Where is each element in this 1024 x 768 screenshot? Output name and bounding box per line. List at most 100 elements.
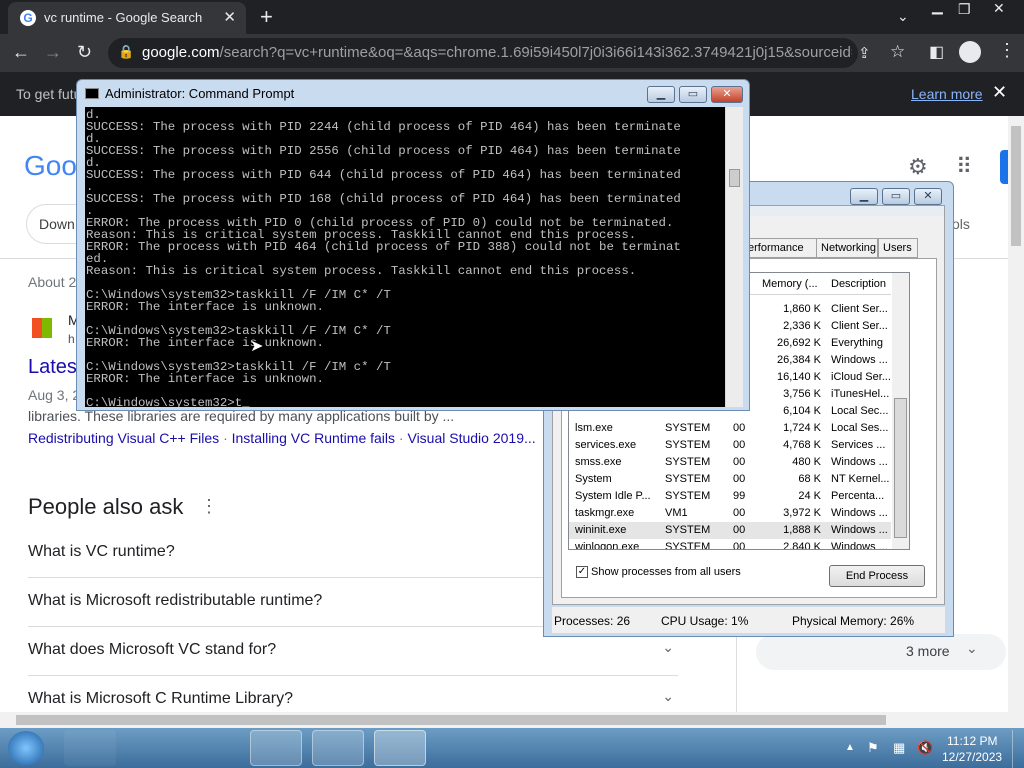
scrollbar-thumb[interactable] bbox=[16, 715, 886, 725]
profile-avatar-icon[interactable] bbox=[959, 41, 981, 63]
process-mem: 68 K bbox=[798, 473, 821, 485]
command-prompt-taskbar-icon[interactable] bbox=[374, 730, 426, 766]
sign-in-button[interactable] bbox=[1000, 150, 1008, 184]
process-name: lsm.exe bbox=[575, 422, 613, 434]
infobar-close-icon[interactable]: ✕ bbox=[992, 82, 1007, 103]
tab-search-chevron-icon[interactable]: ⌄ bbox=[897, 8, 909, 25]
restore-window-button[interactable]: ❐ bbox=[958, 1, 971, 18]
end-process-button[interactable]: End Process bbox=[829, 565, 925, 587]
close-window-button[interactable]: ✕ bbox=[993, 0, 1005, 17]
show-all-processes-checkbox[interactable]: ✓ bbox=[576, 566, 588, 578]
scrollbar-thumb[interactable] bbox=[894, 398, 907, 538]
process-desc: Services ... bbox=[831, 439, 886, 451]
process-user: SYSTEM bbox=[665, 439, 711, 451]
process-desc: NT Kernel... bbox=[831, 473, 890, 485]
process-mem: 24 K bbox=[798, 490, 821, 502]
action-center-flag-icon[interactable]: ⚑ bbox=[867, 740, 879, 756]
process-cpu: 00 bbox=[733, 524, 746, 536]
chrome-taskbar-icon[interactable] bbox=[250, 730, 302, 766]
forward-arrow-icon[interactable]: → bbox=[44, 42, 62, 63]
process-row[interactable]: wininit.exe SYSTEM 00 1,888 K Windows ... bbox=[569, 522, 891, 539]
column-memory[interactable]: Memory (... bbox=[762, 278, 818, 290]
cmd-minimize-button[interactable]: ▁ bbox=[647, 86, 675, 103]
tm-minimize-button[interactable]: ▁ bbox=[850, 188, 878, 205]
bookmark-star-icon[interactable]: ☆ bbox=[890, 42, 905, 62]
process-mem: 4,768 K bbox=[783, 439, 821, 451]
process-cpu: 00 bbox=[733, 541, 746, 550]
process-name: services.exe bbox=[575, 439, 637, 451]
process-mem: 1,888 K bbox=[783, 524, 821, 536]
media-player-icon[interactable] bbox=[188, 730, 240, 766]
more-options-icon[interactable]: ⋮ bbox=[200, 496, 218, 517]
process-row[interactable]: System Idle P... SYSTEM 99 24 K Percenta... bbox=[569, 488, 891, 505]
process-list-scrollbar[interactable] bbox=[892, 273, 909, 549]
lock-icon: 🔒 bbox=[118, 44, 135, 59]
tools-button[interactable]: ols bbox=[952, 216, 970, 232]
clock-time[interactable]: 11:12 PM bbox=[947, 734, 997, 748]
internet-explorer-icon[interactable] bbox=[64, 730, 116, 766]
process-mem: 3,972 K bbox=[783, 507, 821, 519]
clock-date[interactable]: 12/27/2023 bbox=[942, 750, 1002, 764]
process-mem: 1,860 K bbox=[783, 303, 821, 315]
show-desktop-button[interactable] bbox=[1012, 730, 1024, 768]
process-mem: 6,104 K bbox=[783, 405, 821, 417]
tab-performance[interactable]: erformance bbox=[745, 238, 820, 258]
apps-grid-icon[interactable]: ⠿ bbox=[956, 154, 972, 180]
process-user: SYSTEM bbox=[665, 541, 711, 550]
volume-muted-icon[interactable]: 🔇 bbox=[917, 740, 933, 756]
new-tab-button[interactable]: + bbox=[260, 4, 273, 30]
process-row[interactable]: services.exe SYSTEM 00 4,768 K Services ... bbox=[569, 437, 891, 454]
settings-gear-icon[interactable]: ⚙ bbox=[908, 154, 928, 180]
cmd-close-button[interactable]: ✕ bbox=[711, 86, 743, 103]
side-panel-icon[interactable]: ◧ bbox=[929, 42, 944, 62]
minimize-window-button[interactable]: ▁ bbox=[932, 0, 943, 15]
reload-icon[interactable]: ↻ bbox=[77, 42, 92, 63]
cmd-app-icon bbox=[85, 88, 99, 99]
sitelink[interactable]: Installing VC Runtime fails bbox=[232, 430, 395, 446]
result-title-link[interactable]: Lates bbox=[28, 356, 77, 379]
sitelink[interactable]: Visual Studio 2019... bbox=[407, 430, 535, 446]
command-prompt-window[interactable]: Administrator: Command Prompt ▁ ▭ ✕ d. S… bbox=[76, 79, 750, 411]
process-desc: iCloud Ser... bbox=[831, 371, 891, 383]
tm-maximize-button[interactable]: ▭ bbox=[882, 188, 910, 205]
url-omnibox[interactable]: 🔒 google.com/search?q=vc+runtime&oq=&aqs… bbox=[108, 38, 858, 68]
people-also-ask-title: People also ask bbox=[28, 494, 184, 519]
chrome-menu-icon[interactable]: ⋮ bbox=[998, 40, 1016, 61]
scrollbar-thumb[interactable] bbox=[729, 169, 740, 187]
share-icon[interactable]: ⇪ bbox=[858, 44, 871, 62]
cmd-maximize-button[interactable]: ▭ bbox=[679, 86, 707, 103]
process-row[interactable]: smss.exe SYSTEM 00 480 K Windows ... bbox=[569, 454, 891, 471]
console-output[interactable]: d. SUCCESS: The process with PID 2244 (c… bbox=[85, 107, 725, 407]
status-processes: Processes: 26 bbox=[554, 614, 631, 628]
process-row[interactable]: winlogon.exe SYSTEM 00 2,840 K Windows ... bbox=[569, 539, 891, 550]
browser-tab[interactable]: G vc runtime - Google Search ✕ bbox=[8, 2, 246, 34]
show-hidden-icons-icon[interactable]: ▲ bbox=[845, 742, 855, 753]
process-desc: Percenta... bbox=[831, 490, 885, 502]
process-row[interactable]: System SYSTEM 00 68 K NT Kernel... bbox=[569, 471, 891, 488]
page-horizontal-scrollbar[interactable] bbox=[0, 712, 1024, 728]
tab-users[interactable]: Users bbox=[878, 238, 918, 258]
scrollbar-thumb[interactable] bbox=[1011, 126, 1021, 246]
process-desc: Windows ... bbox=[831, 507, 888, 519]
tm-close-button[interactable]: ✕ bbox=[914, 188, 942, 205]
back-arrow-icon[interactable]: ← bbox=[12, 42, 30, 63]
process-row[interactable]: lsm.exe SYSTEM 00 1,724 K Local Ses... bbox=[569, 420, 891, 437]
close-tab-icon[interactable]: ✕ bbox=[223, 8, 236, 26]
column-description[interactable]: Description bbox=[831, 278, 886, 290]
console-scrollbar[interactable] bbox=[726, 107, 743, 407]
learn-more-link[interactable]: Learn more bbox=[911, 86, 983, 102]
process-desc: Windows ... bbox=[831, 541, 888, 550]
tab-networking[interactable]: Networking bbox=[816, 238, 878, 258]
start-button-icon[interactable] bbox=[8, 731, 44, 765]
page-vertical-scrollbar[interactable] bbox=[1008, 116, 1024, 712]
network-icon[interactable]: ▦ bbox=[893, 740, 905, 756]
task-manager-taskbar-icon[interactable] bbox=[312, 730, 364, 766]
sitelink[interactable]: Redistributing Visual C++ Files bbox=[28, 430, 219, 446]
process-row[interactable]: taskmgr.exe VM1 00 3,972 K Windows ... bbox=[569, 505, 891, 522]
microsoft-logo-icon bbox=[32, 318, 52, 338]
chevron-down-icon: ⌄ bbox=[662, 639, 674, 655]
file-explorer-icon[interactable] bbox=[126, 730, 178, 766]
process-desc: Local Ses... bbox=[831, 422, 889, 434]
more-button[interactable]: 3 more ⌄ bbox=[756, 634, 1006, 670]
sitelinks: Redistributing Visual C++ Files · Instal… bbox=[28, 430, 536, 446]
